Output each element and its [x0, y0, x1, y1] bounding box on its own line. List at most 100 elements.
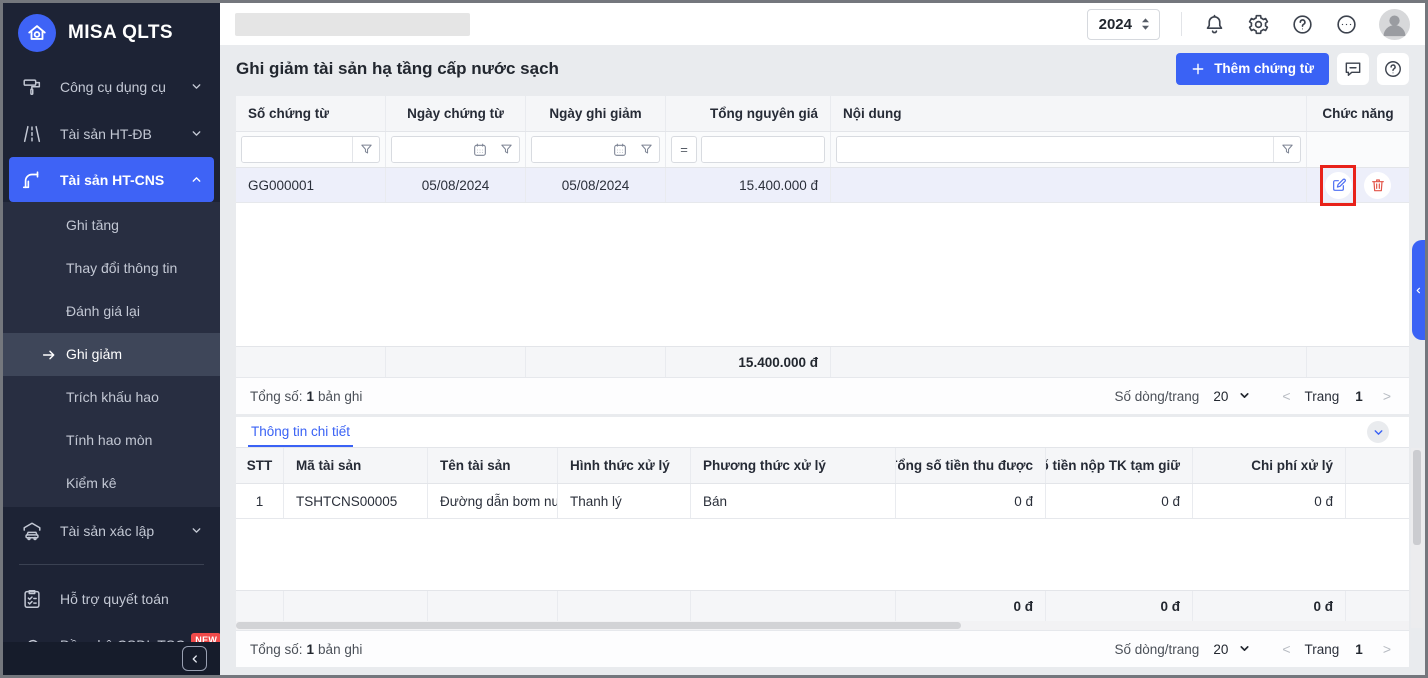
prev-page-button[interactable]: <	[1278, 388, 1294, 404]
horizontal-scrollbar[interactable]	[236, 621, 1409, 630]
cell-amount-deposited: 0 đ	[1046, 484, 1193, 518]
sidebar-item-tai-san-ht-db[interactable]: Tài sản HT-ĐB	[3, 110, 220, 157]
col-header-so-chung-tu[interactable]: Số chứng từ	[236, 96, 386, 131]
tab-thong-tin-chi-tiet[interactable]: Thông tin chi tiết	[248, 417, 353, 447]
chevron-down-icon	[190, 524, 204, 537]
rows-per-page-value[interactable]: 20	[1213, 389, 1228, 404]
calendar-icon[interactable]	[607, 137, 633, 162]
chevron-down-icon[interactable]	[1238, 389, 1252, 403]
filter-total-cost-input[interactable]	[702, 137, 824, 162]
help-question-icon[interactable]	[1291, 13, 1314, 36]
submenu-item-tinh-hao-mon[interactable]: Tính hao mòn	[3, 419, 220, 462]
voucher-table-row[interactable]: GG000001 05/08/2024 05/08/2024 15.400.00…	[236, 168, 1409, 203]
sidebar-item-cong-cu-dung-cu[interactable]: Công cụ dụng cụ	[3, 63, 220, 110]
col-header-ngay-ghi-giam[interactable]: Ngày ghi giảm	[526, 96, 666, 131]
scrollbar-thumb[interactable]	[1413, 450, 1421, 545]
user-avatar[interactable]	[1379, 9, 1410, 40]
settings-gear-icon[interactable]	[1247, 13, 1270, 36]
col-header-chi-phi-xu-ly[interactable]: Chi phí xử lý	[1193, 448, 1346, 483]
col-header-noi-dung[interactable]: Nội dung	[831, 96, 1307, 131]
submenu-item-ghi-tang[interactable]: Ghi tăng	[3, 204, 220, 247]
page-number[interactable]: 1	[1349, 642, 1369, 657]
cloud-sync-icon	[21, 634, 45, 643]
page-number[interactable]: 1	[1349, 389, 1369, 404]
cell-doc-no: GG000001	[236, 168, 386, 202]
filter-doc-date-input[interactable]	[392, 137, 467, 162]
cell-handling-method: Bán	[691, 484, 896, 518]
sidebar-item-dong-bo-csdl-tsc[interactable]: Đồng bộ CSDL TSCNEW	[3, 622, 220, 642]
sum-amount-collected: 0 đ	[896, 591, 1046, 621]
col-header-ngay-chung-tu[interactable]: Ngày chứng từ	[386, 96, 526, 131]
submenu-item-thay-doi-thong-tin[interactable]: Thay đổi thông tin	[3, 247, 220, 290]
empty-table-area	[236, 519, 1409, 590]
cell-amount-collected: 0 đ	[896, 484, 1046, 518]
sidebar-item-label: Tài sản HT-CNS	[60, 172, 175, 188]
col-header-hinh-thuc-xu-ly[interactable]: Hình thức xử lý	[558, 448, 691, 483]
vertical-scrollbar[interactable]	[1411, 448, 1423, 628]
col-header-stt[interactable]: STT	[236, 448, 284, 483]
filter-funnel-icon[interactable]	[493, 137, 519, 162]
year-value: 2024	[1099, 16, 1132, 33]
prev-page-button[interactable]: <	[1278, 641, 1294, 657]
col-header-so-tien-nop-tk-tam-giu[interactable]: Số tiền nộp TK tạm giữ	[1046, 448, 1193, 483]
calendar-icon[interactable]	[467, 137, 493, 162]
rows-per-page-value[interactable]: 20	[1213, 642, 1228, 657]
feedback-chat-button[interactable]	[1337, 53, 1369, 85]
submenu-item-label: Ghi giảm	[66, 346, 122, 362]
topbar-actions: 2024	[1087, 9, 1410, 40]
sum-amount-deposited: 0 đ	[1046, 591, 1193, 621]
col-header-phuong-thuc-xu-ly[interactable]: Phương thức xử lý	[691, 448, 896, 483]
empty-table-area	[236, 203, 1409, 346]
filter-funnel-icon[interactable]	[633, 137, 659, 162]
detail-table-row[interactable]: 1 TSHTCNS00005 Đường dẫn bơm nước ... Th…	[236, 484, 1409, 519]
filter-doc-no-input[interactable]	[242, 137, 352, 162]
equals-operator[interactable]: =	[671, 136, 697, 163]
help-button[interactable]	[1377, 53, 1409, 85]
chevron-down-icon[interactable]	[1238, 642, 1252, 656]
next-page-button[interactable]: >	[1379, 388, 1395, 404]
add-voucher-button[interactable]: Thêm chứng từ	[1176, 53, 1329, 85]
detail-table-footer: Tổng số: 1 bản ghi Số dòng/trang 20 < Tr…	[236, 630, 1409, 667]
cell-content	[831, 168, 1307, 202]
next-page-button[interactable]: >	[1379, 641, 1395, 657]
col-header-tong-nguyen-gia[interactable]: Tổng nguyên giá	[666, 96, 831, 131]
edit-button[interactable]	[1325, 172, 1352, 199]
submenu-item-trich-khau-hao[interactable]: Trích khấu hao	[3, 376, 220, 419]
submenu-item-ghi-giam[interactable]: Ghi giảm	[3, 333, 220, 376]
sidebar: MISA QLTS Công cụ dụng cụ Tài sản HT-ĐB	[3, 3, 220, 675]
title-actions: Thêm chứng từ	[1176, 53, 1409, 85]
cell-decrease-date: 05/08/2024	[526, 168, 666, 202]
year-selector[interactable]: 2024	[1087, 9, 1160, 40]
app-logo-icon[interactable]	[18, 14, 56, 52]
sidebar-collapse-button[interactable]	[182, 646, 207, 671]
filter-decrease-date-input[interactable]	[532, 137, 607, 162]
sidebar-item-ho-tro-quyet-toan[interactable]: Hỗ trợ quyết toán	[3, 575, 220, 622]
col-header-tong-so-tien-thu-duoc[interactable]: Tổng số tiền thu được	[896, 448, 1046, 483]
cell-total-cost: 15.400.000 đ	[666, 168, 831, 202]
sidebar-item-label: Hỗ trợ quyết toán	[60, 591, 204, 607]
submenu-item-kiem-ke[interactable]: Kiểm kê	[3, 462, 220, 505]
collapse-detail-button[interactable]	[1367, 421, 1389, 443]
filter-funnel-icon[interactable]	[353, 137, 379, 162]
cell-asset-code: TSHTCNS00005	[284, 484, 428, 518]
page-title: Ghi giảm tài sản hạ tầng cấp nước sạch	[236, 59, 559, 79]
year-spinner-icon[interactable]	[1140, 17, 1151, 31]
col-header-ma-tai-san[interactable]: Mã tài sản	[284, 448, 428, 483]
notifications-bell-icon[interactable]	[1203, 13, 1226, 36]
sidebar-item-tai-san-ht-cns[interactable]: Tài sản HT-CNS	[9, 157, 214, 202]
filter-content-input[interactable]	[837, 137, 1273, 162]
sidebar-bottom-bar	[3, 642, 220, 675]
total-records-unit: bản ghi	[318, 389, 362, 404]
col-header-ten-tai-san[interactable]: Tên tài sản	[428, 448, 558, 483]
detail-table-header: STT Mã tài sản Tên tài sản Hình thức xử …	[236, 448, 1409, 484]
sidebar-item-tai-san-xac-lap[interactable]: Tài sản xác lập	[3, 507, 220, 554]
scrollbar-thumb[interactable]	[236, 622, 961, 629]
submenu-item-danh-gia-lai[interactable]: Đánh giá lại	[3, 290, 220, 333]
chat-bubble-icon	[1343, 59, 1363, 79]
expand-side-panel-handle[interactable]	[1412, 240, 1425, 340]
delete-button[interactable]	[1364, 172, 1391, 199]
col-header-chuc-nang[interactable]: Chức năng	[1307, 96, 1409, 131]
cell-actions	[1307, 168, 1409, 202]
more-ellipsis-icon[interactable]	[1335, 13, 1358, 36]
filter-funnel-icon[interactable]	[1274, 137, 1300, 162]
